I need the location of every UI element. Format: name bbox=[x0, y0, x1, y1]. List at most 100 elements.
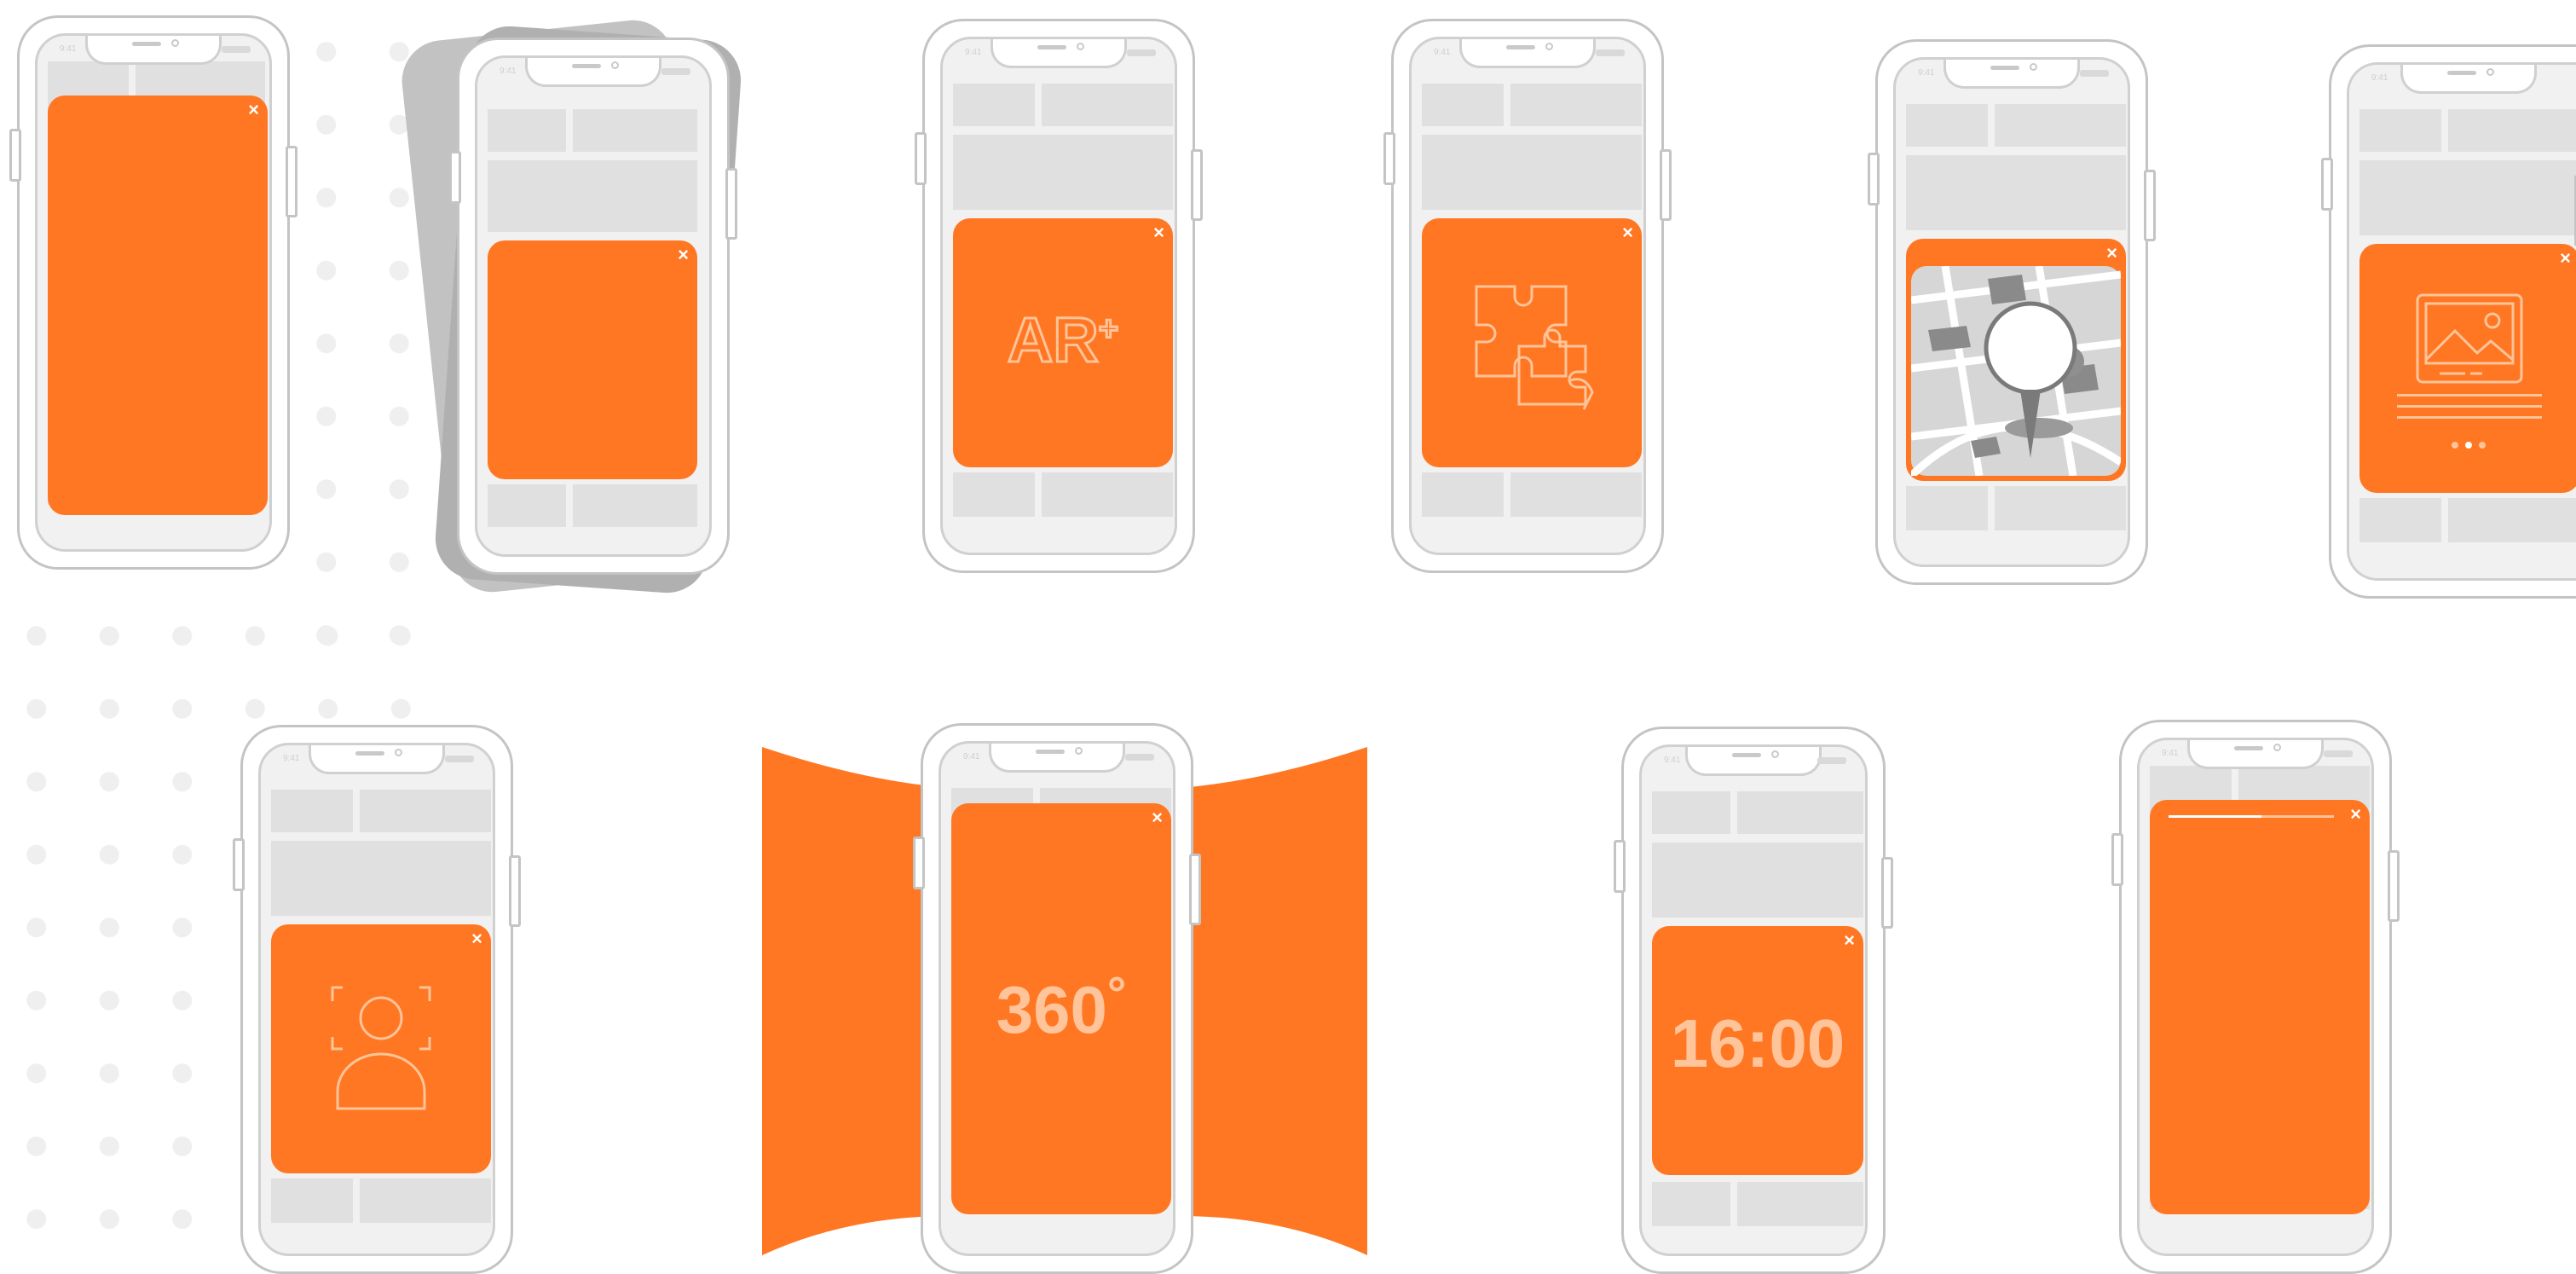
placeholder-block bbox=[1652, 843, 1863, 918]
status-icons bbox=[1817, 757, 1846, 764]
speaker-icon bbox=[1036, 750, 1065, 754]
status-time: 9:41 bbox=[965, 48, 982, 57]
placeholder-block bbox=[2448, 498, 2576, 542]
pagination-dots[interactable] bbox=[2452, 442, 2486, 449]
phone-notch bbox=[85, 36, 222, 65]
ad-puzzle[interactable]: × bbox=[1422, 218, 1642, 467]
phone-screen: 9:41 × bbox=[1893, 57, 2130, 567]
close-icon[interactable]: × bbox=[248, 101, 259, 119]
ad-map[interactable]: × bbox=[1906, 239, 2126, 481]
image-icon bbox=[2416, 293, 2523, 384]
placeholder-block bbox=[2359, 498, 2441, 542]
status-time: 9:41 bbox=[60, 44, 77, 54]
close-icon[interactable]: × bbox=[2350, 805, 2361, 824]
phone-face: 9:41 × bbox=[233, 725, 521, 1274]
phone-screen: 9:41 × 16:00 bbox=[1639, 744, 1868, 1256]
placeholder-block bbox=[1737, 1182, 1863, 1226]
placeholder-block bbox=[1906, 486, 1988, 530]
camera-icon bbox=[395, 749, 402, 756]
placeholder-block bbox=[1906, 155, 2126, 230]
phone-notch bbox=[525, 58, 661, 87]
speaker-icon bbox=[2234, 746, 2263, 750]
phone-countdown: 9:41 × 16:00 bbox=[1614, 727, 1893, 1274]
ad-fullscreen[interactable]: × bbox=[48, 96, 268, 515]
phone-notch bbox=[1459, 39, 1596, 68]
ad-gallery[interactable]: × bbox=[2359, 244, 2576, 493]
status-icons bbox=[445, 756, 474, 762]
phone-notch bbox=[309, 745, 445, 774]
face-scan-icon bbox=[331, 986, 431, 1110]
status-icons bbox=[1125, 754, 1154, 761]
status-time: 9:41 bbox=[1918, 68, 1935, 78]
dot-active[interactable] bbox=[2465, 442, 2472, 449]
placeholder-block bbox=[2359, 160, 2576, 235]
placeholder-block bbox=[1510, 472, 1642, 517]
placeholder-block bbox=[1422, 135, 1642, 210]
text-lines bbox=[2397, 394, 2542, 419]
status-time: 9:41 bbox=[500, 67, 517, 76]
placeholder-block bbox=[953, 135, 1173, 210]
placeholder-block bbox=[1510, 84, 1642, 126]
status-icons bbox=[1127, 49, 1156, 56]
phone-screen: 9:41 × bbox=[35, 33, 272, 552]
speaker-icon bbox=[355, 751, 384, 756]
ar-plus: + bbox=[1097, 309, 1119, 349]
close-icon[interactable]: × bbox=[1153, 223, 1164, 242]
close-icon[interactable]: × bbox=[1844, 931, 1855, 950]
status-icons bbox=[2324, 750, 2353, 757]
ad-story[interactable]: × bbox=[2150, 800, 2370, 1214]
speaker-icon bbox=[1990, 66, 2019, 70]
placeholder-block bbox=[488, 484, 566, 527]
ad-panorama[interactable]: × 360° bbox=[951, 803, 1171, 1214]
phone-notch bbox=[2400, 65, 2537, 94]
camera-icon bbox=[2486, 68, 2494, 76]
ar-icon: AR+ bbox=[953, 304, 1173, 377]
phone-notch bbox=[2187, 740, 2324, 769]
dot[interactable] bbox=[2452, 442, 2458, 449]
camera-icon bbox=[1075, 747, 1083, 755]
close-icon[interactable]: × bbox=[2106, 244, 2117, 263]
placeholder-block bbox=[1652, 791, 1730, 834]
speaker-icon bbox=[2447, 71, 2476, 75]
status-time: 9:41 bbox=[1664, 756, 1681, 765]
speaker-icon bbox=[132, 42, 161, 46]
ad-face[interactable]: × bbox=[271, 924, 491, 1173]
placeholder-block bbox=[573, 484, 697, 527]
phone-story: 9:41 × bbox=[2111, 720, 2400, 1274]
status-icons bbox=[2080, 70, 2109, 77]
close-icon[interactable]: × bbox=[471, 929, 482, 948]
placeholder-block bbox=[1995, 486, 2126, 530]
phone-screen: 9:41 × bbox=[2347, 62, 2576, 581]
placeholder-block bbox=[360, 1178, 491, 1223]
ad-countdown[interactable]: × 16:00 bbox=[1652, 926, 1863, 1175]
camera-icon bbox=[611, 61, 619, 69]
placeholder-block bbox=[1422, 472, 1504, 517]
camera-icon bbox=[2273, 744, 2281, 751]
puzzle-icon bbox=[1475, 285, 1594, 410]
status-time: 9:41 bbox=[283, 754, 300, 763]
camera-icon bbox=[1771, 750, 1779, 758]
camera-icon bbox=[171, 39, 179, 47]
placeholder-block bbox=[1042, 84, 1173, 126]
speaker-icon bbox=[572, 64, 601, 68]
placeholder-block bbox=[953, 84, 1035, 126]
ad-ar[interactable]: × AR+ bbox=[953, 218, 1173, 467]
phone-screen: 9:41 × bbox=[475, 55, 712, 557]
placeholder-block bbox=[488, 109, 566, 152]
placeholder-block bbox=[1737, 791, 1863, 834]
placeholder-block bbox=[360, 790, 491, 832]
ad-card[interactable]: × bbox=[488, 240, 697, 479]
close-icon[interactable]: × bbox=[1152, 808, 1163, 827]
speaker-icon bbox=[1037, 45, 1066, 49]
status-time: 9:41 bbox=[2162, 749, 2179, 758]
placeholder-block bbox=[1906, 104, 1988, 147]
status-icons bbox=[1596, 49, 1625, 56]
speaker-icon bbox=[1506, 45, 1535, 49]
phone-notch bbox=[1685, 747, 1822, 776]
close-icon[interactable]: × bbox=[678, 246, 689, 264]
close-icon[interactable]: × bbox=[2560, 249, 2571, 268]
phone-notch bbox=[991, 39, 1127, 68]
close-icon[interactable]: × bbox=[1622, 223, 1633, 242]
placeholder-block bbox=[1042, 472, 1173, 517]
dot[interactable] bbox=[2479, 442, 2486, 449]
